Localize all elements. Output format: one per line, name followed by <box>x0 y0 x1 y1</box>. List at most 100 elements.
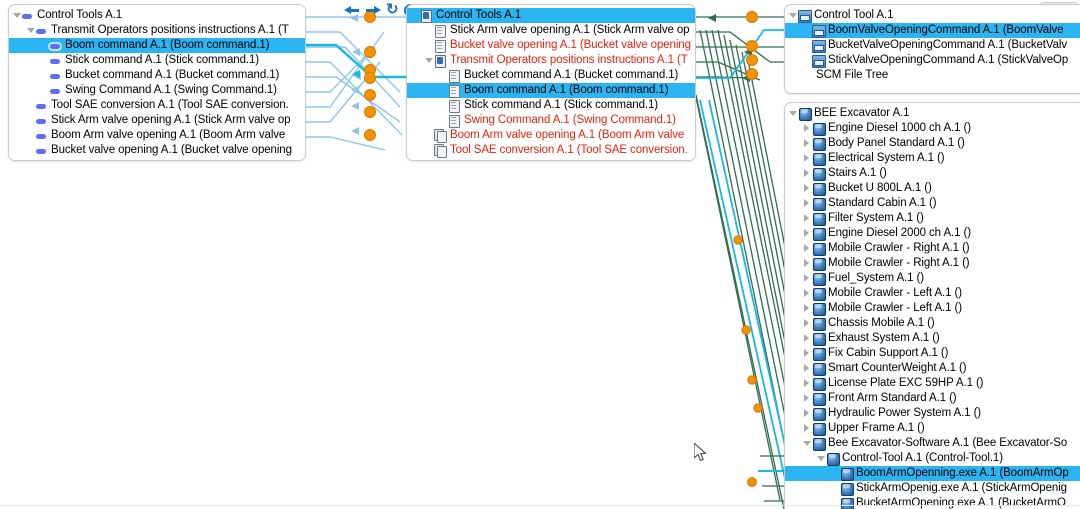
tree-row[interactable]: Transmit Operators positions instruction… <box>9 23 305 38</box>
tree-row[interactable]: BoomArmOpenning.exe A.1 (BoomArmOp <box>785 466 1080 481</box>
chevron-down-icon[interactable] <box>787 106 798 121</box>
tree-row-label: Bucket valve opening A.1 (Bucket valve o… <box>51 144 292 156</box>
cube-icon <box>812 437 826 451</box>
tree-row[interactable]: Boom command A.1 (Boom command.1) <box>407 83 695 98</box>
tree-row[interactable]: Transmit Operators positions instruction… <box>407 53 695 68</box>
tree-row[interactable]: Stick command A.1 (Stick command.1) <box>9 53 305 68</box>
tree-row-label: Exhaust System A.1 () <box>828 332 940 344</box>
cube-icon <box>812 212 826 226</box>
tree-row[interactable]: Bucket U 800L A.1 () <box>785 181 1080 196</box>
chevron-right-icon[interactable] <box>801 211 812 226</box>
chevron-down-icon[interactable] <box>787 8 798 23</box>
tree-row[interactable]: Standard Cabin A.1 () <box>785 196 1080 211</box>
tree-row[interactable]: Bucket command A.1 (Bucket command.1) <box>9 68 305 83</box>
chevron-right-icon[interactable] <box>801 271 812 286</box>
tree-control-tools-mid[interactable]: Control Tools A.1 Stick Arm valve opening… <box>407 5 695 158</box>
tree-row[interactable]: Upper Frame A.1 () <box>785 421 1080 436</box>
tree-row[interactable]: StickValveOpeningCommand A.1 (StickValve… <box>785 53 1080 68</box>
tree-row[interactable]: Stick Arm valve opening A.1 (Stick Arm v… <box>407 23 695 38</box>
tree-row[interactable]: Fix Cabin Support A.1 () <box>785 346 1080 361</box>
tree-row[interactable]: Chassis Mobile A.1 () <box>785 316 1080 331</box>
tree-row[interactable]: Smart CounterWeight A.1 () <box>785 361 1080 376</box>
tree-row[interactable]: Boom Arm valve opening A.1 (Boom Arm val… <box>9 128 305 143</box>
chevron-down-icon[interactable] <box>815 451 826 466</box>
cube-icon <box>812 347 826 361</box>
chevron-right-icon[interactable] <box>801 391 812 406</box>
tree-row[interactable]: Tool SAE conversion A.1 (Tool SAE conver… <box>9 98 305 113</box>
chevron-down-icon[interactable] <box>423 53 434 68</box>
blue-bar-icon <box>36 24 47 37</box>
tree-row[interactable]: BucketArmOpening.exe A.1 (BucketArmO <box>785 496 1080 509</box>
tree-row[interactable]: StickArmOpenig.exe A.1 (StickArmOpenig <box>785 481 1080 496</box>
chevron-right-icon[interactable] <box>801 376 812 391</box>
tree-row[interactable]: Stick command A.1 (Stick command.1) <box>407 98 695 113</box>
tree-row[interactable]: Stick Arm valve opening A.1 (Stick Arm v… <box>9 113 305 128</box>
tree-row[interactable]: Control-Tool A.1 (Control-Tool.1) <box>785 451 1080 466</box>
tree-row[interactable]: Control Tool A.1 <box>785 8 1080 23</box>
tree-row[interactable]: Bee Excavator-Software A.1 (Bee Excavato… <box>785 436 1080 451</box>
tree-row[interactable]: BoomValveOpeningCommand A.1 (BoomValve <box>785 23 1080 38</box>
tree-row-label: Bucket valve opening A.1 (Bucket valve o… <box>450 39 691 51</box>
scm-icon <box>798 9 812 23</box>
tree-row[interactable]: Tool SAE conversion A.1 (Tool SAE conver… <box>407 143 695 158</box>
tree-bee-excavator[interactable]: BEE Excavator A.1 Engine Diesel 1000 ch A… <box>785 103 1080 509</box>
cube-icon <box>812 422 826 436</box>
tree-row[interactable]: Swing Command A.1 (Swing Command.1) <box>9 83 305 98</box>
tree-row[interactable]: Front Arm Standard A.1 () <box>785 391 1080 406</box>
chevron-right-icon[interactable] <box>801 181 812 196</box>
tree-row[interactable]: Electrical System A.1 () <box>785 151 1080 166</box>
tree-row[interactable]: Swing Command A.1 (Swing Command.1) <box>407 113 695 128</box>
chevron-down-icon[interactable] <box>25 23 36 38</box>
chevron-right-icon[interactable] <box>801 421 812 436</box>
tree-row[interactable]: Mobile Crawler - Left A.1 () <box>785 286 1080 301</box>
arrow-left-icon[interactable] <box>344 2 360 18</box>
chevron-right-icon[interactable] <box>801 406 812 421</box>
tree-row[interactable]: Control Tools A.1 <box>407 8 695 23</box>
tree-row[interactable]: Control Tools A.1 <box>9 8 305 23</box>
tree-row-label: Bucket U 800L A.1 () <box>828 182 932 194</box>
tree-row-label: Control-Tool A.1 (Control-Tool.1) <box>842 452 1003 464</box>
tree-row[interactable]: Bucket valve opening A.1 (Bucket valve o… <box>9 143 305 158</box>
tree-row[interactable]: Exhaust System A.1 () <box>785 331 1080 346</box>
tree-row[interactable]: Body Panel Standard A.1 () <box>785 136 1080 151</box>
chevron-right-icon[interactable] <box>801 166 812 181</box>
chevron-right-icon[interactable] <box>801 151 812 166</box>
refresh-icon[interactable]: ↻ <box>386 2 399 18</box>
chevron-right-icon[interactable] <box>801 136 812 151</box>
chevron-right-icon[interactable] <box>801 331 812 346</box>
chevron-right-icon[interactable] <box>801 316 812 331</box>
tree-row[interactable]: Bucket valve opening A.1 (Bucket valve o… <box>407 38 695 53</box>
chevron-right-icon[interactable] <box>801 301 812 316</box>
chevron-right-icon[interactable] <box>801 241 812 256</box>
chevron-right-icon[interactable] <box>801 286 812 301</box>
tree-row[interactable]: Engine Diesel 2000 ch A.1 () <box>785 226 1080 241</box>
tree-control-tools-left[interactable]: Control Tools A.1 Transmit Operators posi… <box>9 5 305 158</box>
tree-row[interactable]: Hydraulic Power System A.1 () <box>785 406 1080 421</box>
tree-row[interactable]: Boom Arm valve opening A.1 (Boom Arm val… <box>407 128 695 143</box>
chevron-right-icon[interactable] <box>801 196 812 211</box>
tree-row[interactable]: Filter System A.1 () <box>785 211 1080 226</box>
tree-row[interactable]: Bucket command A.1 (Bucket command.1) <box>407 68 695 83</box>
tree-row[interactable]: Engine Diesel 1000 ch A.1 () <box>785 121 1080 136</box>
tree-row[interactable]: Boom command A.1 (Boom command.1) <box>9 38 305 53</box>
tree-row[interactable]: Mobile Crawler - Left A.1 () <box>785 301 1080 316</box>
tree-row[interactable]: BEE Excavator A.1 <box>785 106 1080 121</box>
tree-row[interactable]: License Plate EXC 59HP A.1 () <box>785 376 1080 391</box>
tree-control-tool-right[interactable]: Control Tool A.1 BoomValveOpeningCommand … <box>785 5 1080 68</box>
chevron-down-icon[interactable] <box>801 436 812 451</box>
tree-row[interactable]: Mobile Crawler - Right A.1 () <box>785 256 1080 271</box>
tree-row[interactable]: Fuel_System A.1 () <box>785 271 1080 286</box>
tree-row[interactable]: Mobile Crawler - Right A.1 () <box>785 241 1080 256</box>
chevron-right-icon[interactable] <box>801 346 812 361</box>
arrow-right-icon[interactable] <box>365 2 381 18</box>
chevron-right-icon[interactable] <box>801 121 812 136</box>
chevron-right-icon[interactable] <box>801 256 812 271</box>
chevron-down-icon[interactable] <box>11 8 22 23</box>
tree-row[interactable]: Stairs A.1 () <box>785 166 1080 181</box>
scm-icon <box>812 39 826 53</box>
chevron-right-icon[interactable] <box>801 226 812 241</box>
chevron-right-icon[interactable] <box>801 361 812 376</box>
tree-row[interactable]: BucketValveOpeningCommand A.1 (BucketVal… <box>785 38 1080 53</box>
